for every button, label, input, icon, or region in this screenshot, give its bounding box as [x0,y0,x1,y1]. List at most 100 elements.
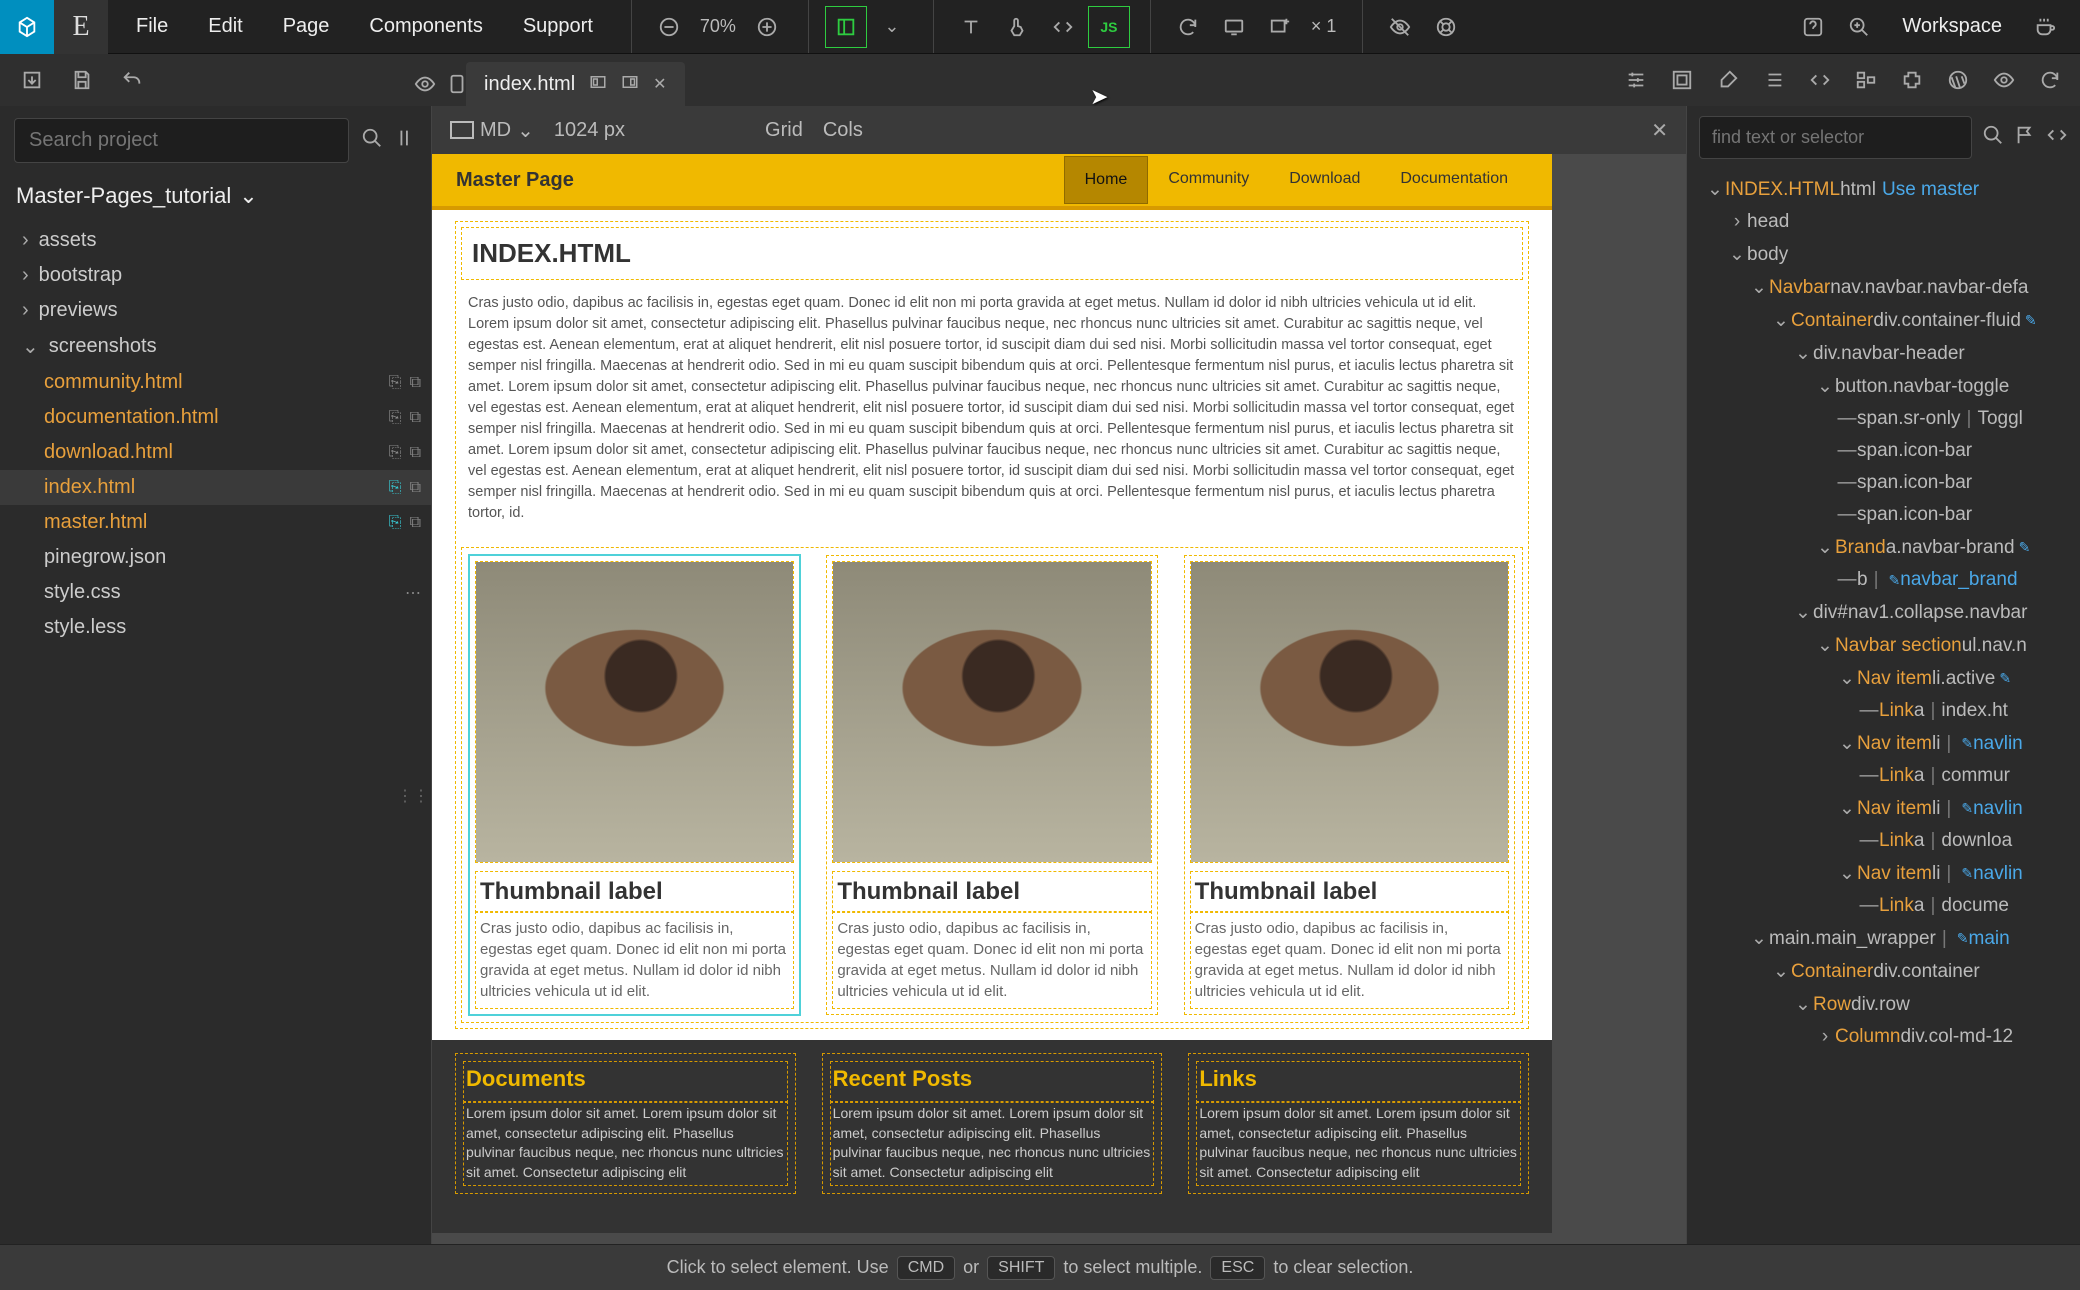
dom-node[interactable]: ⌄Brand a.navbar-brand✎ [1687,531,2080,564]
import-icon[interactable] [10,58,54,102]
panel-brush-icon[interactable] [1706,58,1750,102]
footer-heading[interactable]: Links [1197,1062,1520,1102]
dom-node[interactable]: ⌄Navbar section ul.nav.n [1687,629,2080,662]
save-icon[interactable] [60,58,104,102]
dom-search-input[interactable] [1699,116,1972,159]
panel-refresh2-icon[interactable] [2028,58,2072,102]
menu-page[interactable]: Page [265,5,348,48]
dom-node[interactable]: —span.sr-only|Toggl [1687,403,2080,435]
dom-node[interactable]: —b|✎navbar_brand [1687,564,2080,596]
text-tool-icon[interactable] [950,6,992,48]
dom-node[interactable]: ⌄div.navbar-header [1687,337,2080,370]
dom-node[interactable]: ⌄Nav item li|✎navlin [1687,727,2080,760]
panel-tree-icon[interactable] [1844,58,1888,102]
touch-tool-icon[interactable] [996,6,1038,48]
folder-previews[interactable]: previews [0,293,431,328]
filter-settings-icon[interactable] [395,127,417,155]
menu-file[interactable]: File [118,5,186,48]
dom-node[interactable]: ⌄Container div.container [1687,955,2080,988]
footer-heading[interactable]: Recent Posts [831,1062,1154,1102]
layout-dropdown-icon[interactable]: ⌄ [871,6,913,48]
thumbnail-text[interactable]: Cras justo odio, dapibus ac facilisis in… [476,912,793,1008]
footer-col-documents[interactable]: DocumentsLorem ipsum dolor sit amet. Lor… [456,1054,795,1192]
dom-node[interactable]: ⌄button.navbar-toggle [1687,370,2080,403]
footer-text[interactable]: Lorem ipsum dolor sit amet. Lorem ipsum … [1197,1102,1520,1184]
app-logo-icon[interactable] [0,0,54,54]
thumbnail-image[interactable] [833,562,1150,862]
dom-node[interactable]: ⌄main.main_wrapper|✎main [1687,922,2080,955]
visibility-off-icon[interactable] [1379,6,1421,48]
thumbnail-text[interactable]: Cras justo odio, dapibus ac facilisis in… [833,912,1150,1008]
dom-node[interactable]: ⌄Container div.container-fluid✎ [1687,304,2080,337]
footer-heading[interactable]: Documents [464,1062,787,1102]
thumbnail-image[interactable] [476,562,793,862]
file-documentation-html[interactable]: documentation.html⎘ ⧉ [0,400,431,435]
thumbnail-card[interactable]: Thumbnail labelCras justo odio, dapibus … [470,556,799,1014]
zoom-out-button[interactable] [648,6,690,48]
new-window-icon[interactable] [1259,6,1301,48]
js-tool-icon[interactable]: JS [1088,6,1130,48]
footer-col-recent-posts[interactable]: Recent PostsLorem ipsum dolor sit amet. … [823,1054,1162,1192]
file-download-html[interactable]: download.html⎘ ⧉ [0,435,431,470]
thumbnail-text[interactable]: Cras justo odio, dapibus ac facilisis in… [1191,912,1508,1008]
thumbnail-title[interactable]: Thumbnail label [1191,872,1508,912]
dom-node[interactable]: —Link a|downloa [1687,825,2080,857]
tab-link-icon[interactable] [446,62,468,106]
tab-preview-icon[interactable] [414,62,436,106]
page-preview[interactable]: Master Page HomeCommunityDownloadDocumen… [432,154,1552,1233]
panel-list-icon[interactable] [1752,58,1796,102]
file-action-icons[interactable]: ⎘ ⧉ [389,409,421,427]
search-icon[interactable] [1982,124,2004,152]
cols-toggle[interactable]: Cols [823,119,863,142]
dom-node[interactable]: ⌄INDEX.HTML html Use master [1687,173,2080,206]
thumbnail-title[interactable]: Thumbnail label [476,872,793,912]
menu-components[interactable]: Components [351,5,500,48]
project-search-input[interactable] [14,118,349,163]
panel-code-icon[interactable] [1798,58,1842,102]
dom-node[interactable]: —Link a|commur [1687,760,2080,792]
dom-node[interactable]: ⌄div#nav1.collapse.navbar [1687,596,2080,629]
dom-node[interactable]: ⌄Nav item li|✎navlin [1687,857,2080,890]
project-name[interactable]: Master-Pages_tutorial ⌄ [0,175,431,223]
file-more-icon[interactable]: ⋯ [405,583,421,603]
footer-col-links[interactable]: LinksLorem ipsum dolor sit amet. Lorem i… [1189,1054,1528,1192]
refresh-icon[interactable] [1167,6,1209,48]
help-target-icon[interactable] [1425,6,1467,48]
file-master-html[interactable]: master.html⎘ ⧉ [0,505,431,540]
panel-puzzle-icon[interactable] [1890,58,1934,102]
tab-close-icon[interactable]: ✕ [653,74,666,94]
file-action-icons[interactable]: ⎘ ⧉ [389,444,421,462]
tab-panel-b-icon[interactable] [621,73,639,96]
workspace-menu[interactable]: Workspace [1884,5,2020,48]
file-community-html[interactable]: community.html⎘ ⧉ [0,365,431,400]
menu-support[interactable]: Support [505,5,611,48]
panel-eye-icon[interactable] [1982,58,2026,102]
panel-splitter-icon[interactable]: ⋮⋮ [397,786,429,806]
folder-bootstrap[interactable]: bootstrap [0,258,431,293]
footer-text[interactable]: Lorem ipsum dolor sit amet. Lorem ipsum … [464,1102,787,1184]
dom-node[interactable]: ⌄Nav item li.active✎ [1687,662,2080,695]
panel-library-icon[interactable] [1660,58,1704,102]
dom-node[interactable]: —span.icon-bar [1687,435,2080,467]
preview-heading[interactable]: INDEX.HTML [462,228,1522,279]
selector-flag-icon[interactable] [2014,124,2036,152]
undo-icon[interactable] [110,58,154,102]
preview-nav-home[interactable]: Home [1064,156,1149,204]
zoom-in-button[interactable] [746,6,788,48]
dom-node[interactable]: —span.icon-bar [1687,467,2080,499]
folder-assets[interactable]: assets [0,223,431,258]
file-style-less[interactable]: style.less [0,610,431,645]
layout-helper-icon[interactable] [825,6,867,48]
preview-nav-documentation[interactable]: Documentation [1380,156,1528,204]
device-preview-icon[interactable] [1213,6,1255,48]
footer-text[interactable]: Lorem ipsum dolor sit amet. Lorem ipsum … [831,1102,1154,1184]
thumbnail-card[interactable]: Thumbnail labelCras justo odio, dapibus … [827,556,1156,1014]
dom-node[interactable]: —Link a|index.ht [1687,695,2080,727]
dom-node[interactable]: ›head [1687,206,2080,238]
dom-node[interactable]: ⌄body [1687,238,2080,271]
folder-screenshots[interactable]: screenshots [0,328,431,365]
dom-node[interactable]: —span.icon-bar [1687,499,2080,531]
grid-toggle[interactable]: Grid [765,119,803,142]
preview-nav-community[interactable]: Community [1148,156,1269,204]
magnify-icon[interactable] [1838,6,1880,48]
